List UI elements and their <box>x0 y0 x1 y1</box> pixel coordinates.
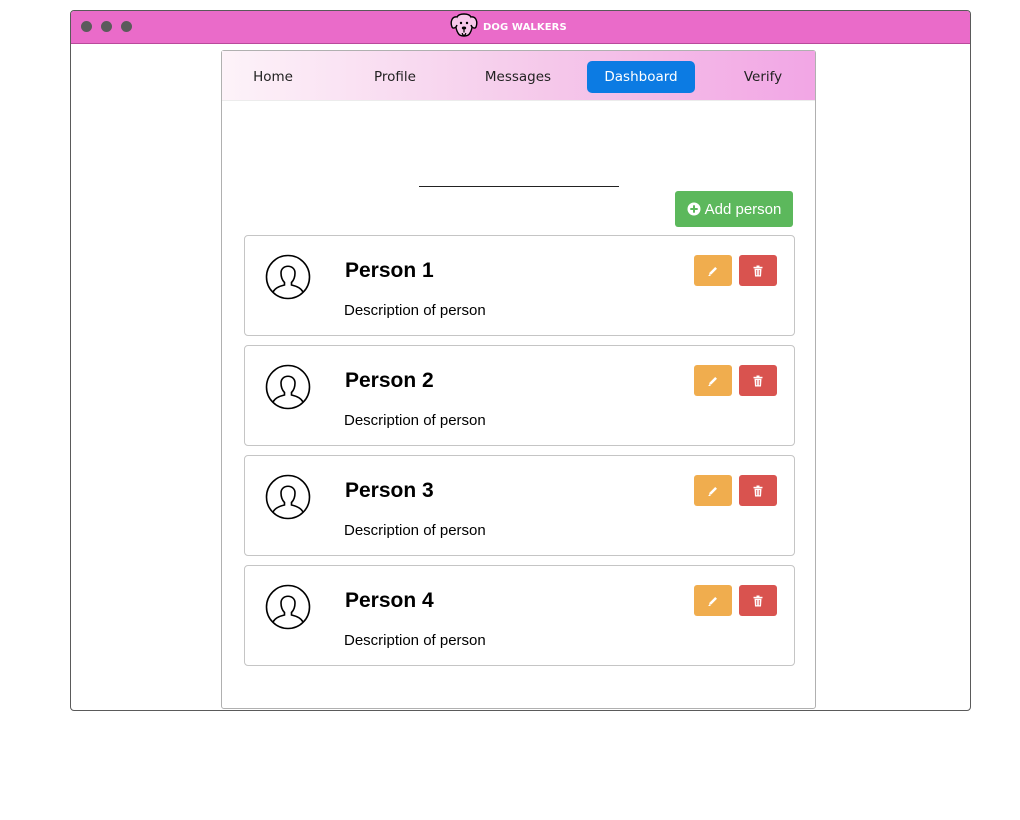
delete-person-button[interactable] <box>739 365 777 396</box>
pencil-icon <box>708 376 717 386</box>
brand: DOG WALKERS <box>447 12 567 42</box>
nav-item-verify[interactable]: Verify <box>712 61 814 93</box>
title-bar: DOG WALKERS <box>71 11 970 44</box>
pencil-icon <box>708 486 717 496</box>
nav-item-messages[interactable]: Messages <box>467 61 569 93</box>
delete-person-button[interactable] <box>739 475 777 506</box>
dashboard-panel: Home Profile Messages Dashboard Verify A… <box>221 50 816 709</box>
window-minimize-dot[interactable] <box>101 21 112 32</box>
person-name: Person 3 <box>345 479 434 502</box>
person-description: Description of person <box>344 632 486 649</box>
person-avatar-icon <box>265 254 311 300</box>
trash-icon <box>753 375 763 386</box>
trash-icon <box>753 595 763 606</box>
person-avatar-icon <box>265 474 311 520</box>
person-name: Person 2 <box>345 369 434 392</box>
edit-person-button[interactable] <box>694 475 732 506</box>
nav-item-profile[interactable]: Profile <box>344 61 446 93</box>
person-description: Description of person <box>344 412 486 429</box>
brand-name: DOG WALKERS <box>483 21 567 33</box>
window-close-dot[interactable] <box>81 21 92 32</box>
person-card: Person 1 Description of person <box>244 235 795 336</box>
app-window: DOG WALKERS Home Profile Messages Dashbo… <box>70 10 971 711</box>
person-avatar-icon <box>265 364 311 410</box>
window-maximize-dot[interactable] <box>121 21 132 32</box>
person-description: Description of person <box>344 522 486 539</box>
trash-icon <box>753 485 763 496</box>
person-card: Person 4 Description of person <box>244 565 795 666</box>
person-card: Person 3 Description of person <box>244 455 795 556</box>
edit-person-button[interactable] <box>694 365 732 396</box>
edit-person-button[interactable] <box>694 255 732 286</box>
person-description: Description of person <box>344 302 486 319</box>
pencil-icon <box>708 266 717 276</box>
nav-item-home[interactable]: Home <box>222 61 324 93</box>
person-name: Person 4 <box>345 589 434 612</box>
nav-bar: Home Profile Messages Dashboard Verify <box>222 51 815 101</box>
add-person-button[interactable]: Add person <box>675 191 793 227</box>
delete-person-button[interactable] <box>739 585 777 616</box>
person-name: Person 1 <box>345 259 434 282</box>
pencil-icon <box>708 596 717 606</box>
person-avatar-icon <box>265 584 311 630</box>
nav-item-dashboard[interactable]: Dashboard <box>587 61 695 93</box>
person-card: Person 2 Description of person <box>244 345 795 446</box>
add-person-label: Add person <box>704 200 782 218</box>
plus-circle-icon <box>687 202 701 216</box>
edit-person-button[interactable] <box>694 585 732 616</box>
title-underline <box>419 186 619 187</box>
delete-person-button[interactable] <box>739 255 777 286</box>
dog-logo-icon <box>447 11 481 45</box>
trash-icon <box>753 265 763 276</box>
